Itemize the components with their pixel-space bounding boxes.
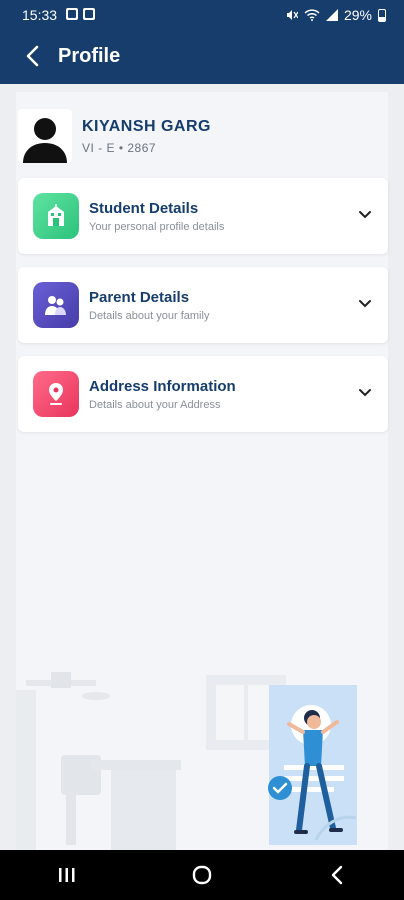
page-title: Profile	[58, 44, 121, 67]
system-navigation-bar	[0, 850, 404, 900]
battery-icon	[378, 8, 386, 22]
student-class-info: VI - E • 2867	[82, 140, 157, 155]
section-subtitle: Details about your family	[89, 309, 210, 322]
home-button[interactable]	[172, 855, 232, 895]
user-silhouette-icon	[23, 118, 67, 163]
section-subtitle: Your personal profile details	[89, 220, 225, 233]
chevron-down-icon[interactable]	[358, 297, 372, 311]
family-icon	[33, 282, 79, 328]
back-button[interactable]	[12, 36, 52, 76]
location-pin-icon	[33, 371, 79, 417]
app-bar: Profile	[0, 34, 404, 78]
section-title: Address Information	[89, 377, 236, 395]
section-title: Student Details	[89, 199, 199, 217]
section-title: Parent Details	[89, 288, 190, 306]
notification-icons	[66, 8, 95, 20]
avatar	[18, 109, 72, 163]
wifi-icon	[304, 9, 320, 21]
chevron-down-icon[interactable]	[358, 386, 372, 400]
gallery-notification-icon	[66, 8, 78, 20]
student-name: KIYANSH GARG	[82, 117, 211, 135]
status-right: 29%	[286, 7, 386, 23]
status-time: 15:33	[22, 7, 58, 23]
status-bar: 15:33 29%	[0, 0, 404, 30]
recent-apps-button[interactable]	[37, 855, 97, 895]
student-details-section[interactable]: Student Details Your personal profile de…	[18, 178, 388, 254]
signal-icon	[325, 9, 338, 21]
mute-icon	[286, 10, 298, 20]
chevron-down-icon[interactable]	[358, 208, 372, 222]
profile-summary: KIYANSH GARG VI - E • 2867	[18, 106, 370, 166]
chevron-left-icon	[26, 45, 39, 67]
back-nav-button[interactable]	[307, 855, 367, 895]
back-arrow-icon	[331, 865, 342, 885]
home-icon	[192, 865, 212, 885]
app-notification-icon	[83, 8, 95, 20]
address-information-section[interactable]: Address Information Details about your A…	[18, 356, 388, 432]
parent-details-section[interactable]: Parent Details Details about your family	[18, 267, 388, 343]
app-header: 15:33 29% Profile	[0, 0, 404, 84]
school-icon	[33, 193, 79, 239]
recent-apps-icon	[59, 868, 75, 882]
battery-percent: 29%	[343, 7, 372, 23]
profile-illustration	[16, 672, 357, 850]
section-subtitle: Details about your Address	[89, 398, 221, 411]
